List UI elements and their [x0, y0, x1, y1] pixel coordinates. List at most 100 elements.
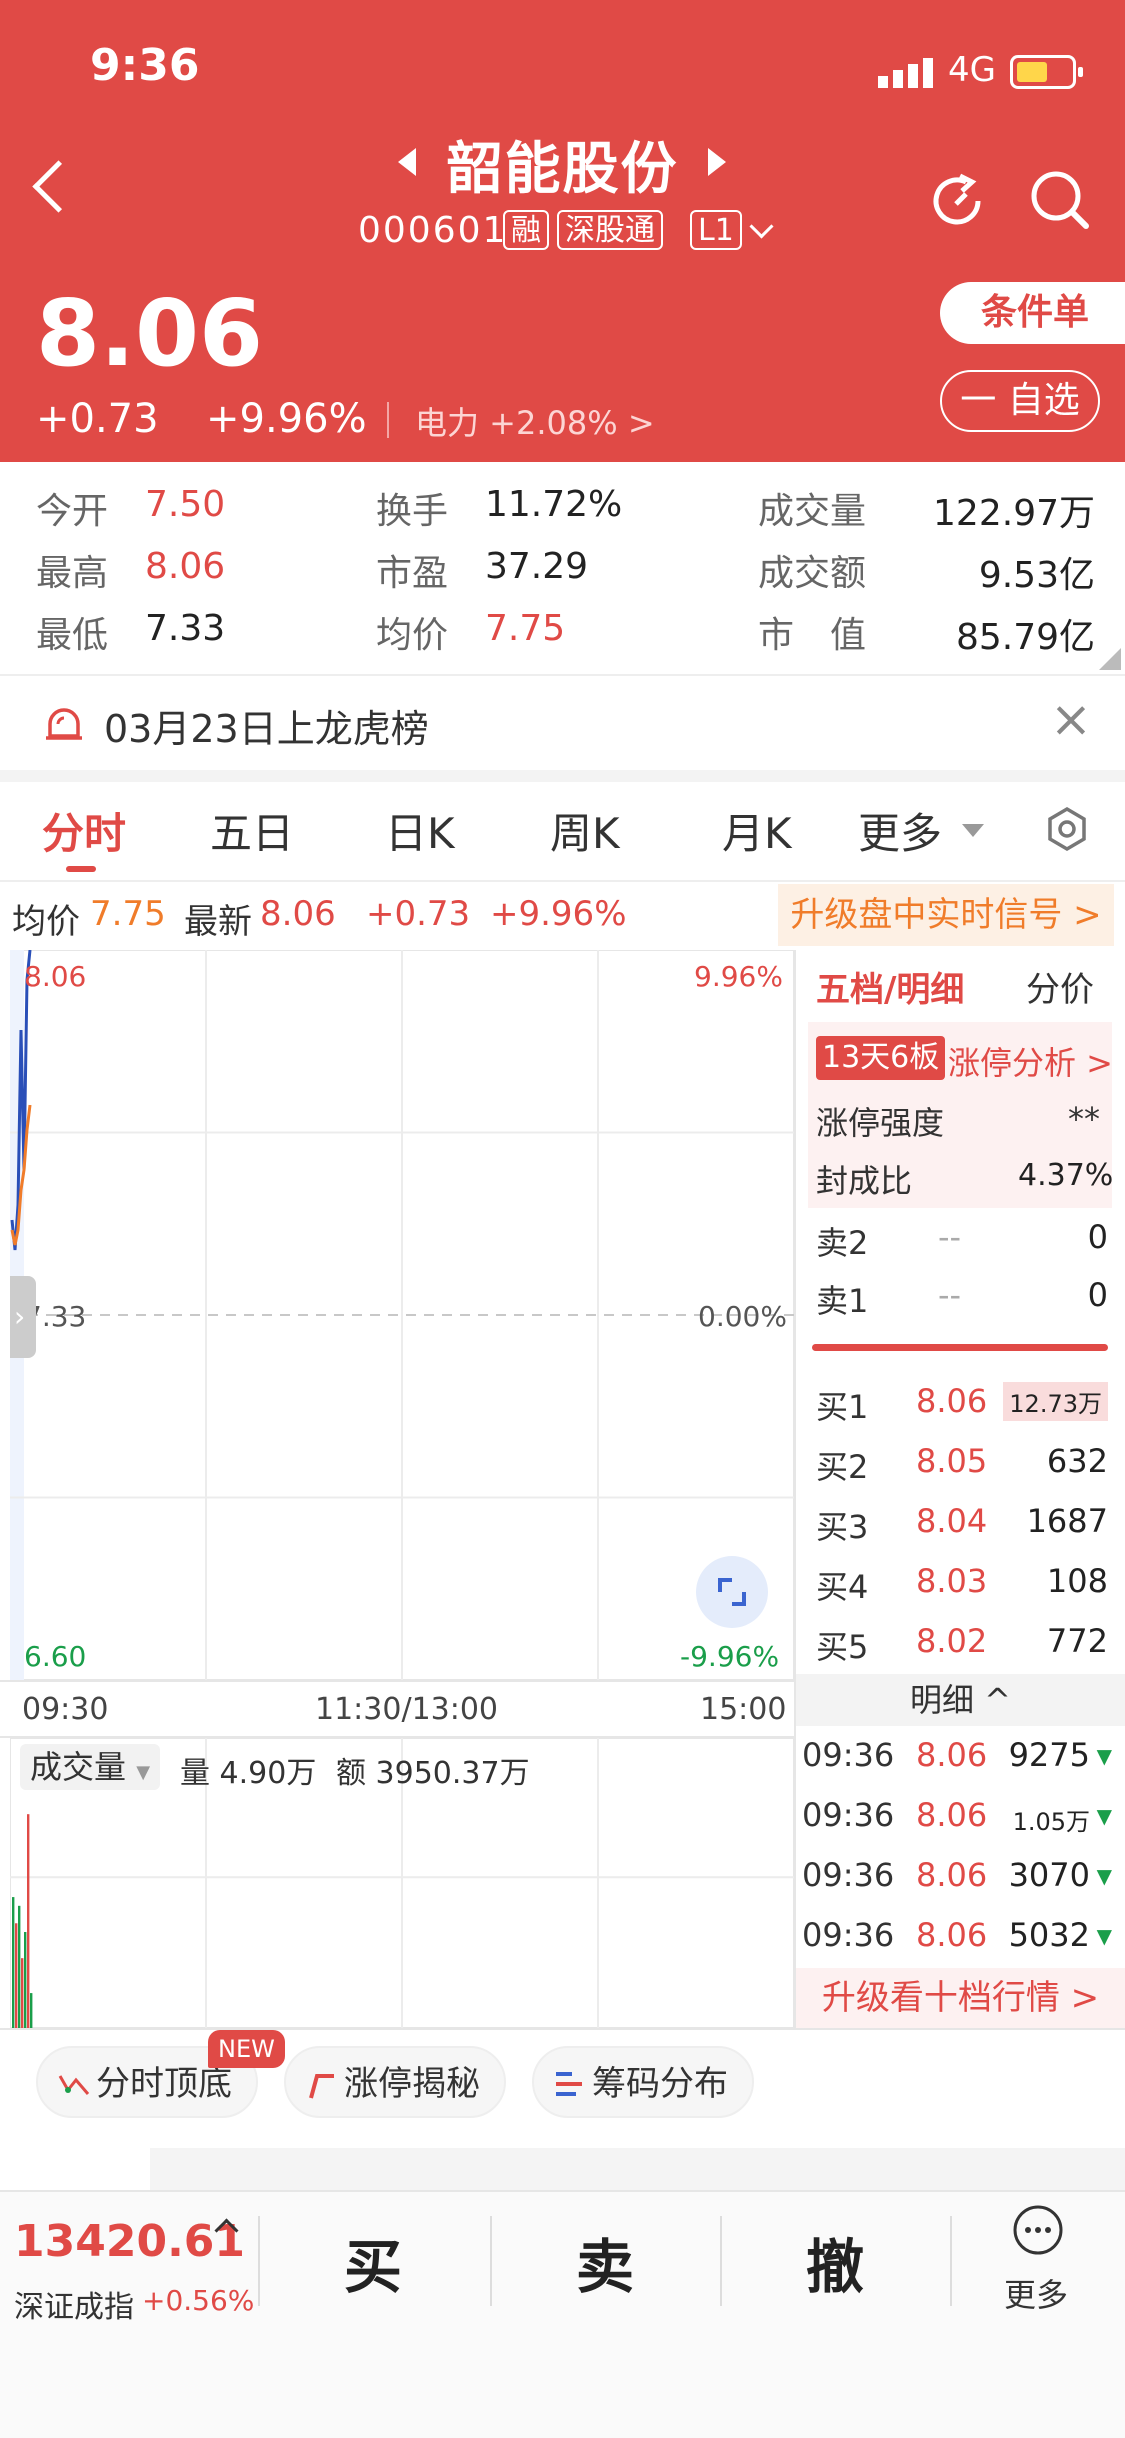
price-change: +0.73 [36, 396, 159, 442]
tab-more[interactable]: 更多 [858, 800, 942, 861]
stat-value: 7.50 [145, 484, 226, 525]
upgrade-signal-link[interactable]: 升级盘中实时信号 > [778, 884, 1114, 946]
alarm-icon [46, 708, 82, 740]
settings-icon[interactable] [1044, 806, 1090, 852]
trend-icon [58, 2075, 90, 2095]
sell-button[interactable]: 卖 [576, 2220, 634, 2304]
down-arrow-icon: ▼ [1096, 1924, 1112, 1948]
close-icon[interactable]: × [1050, 690, 1092, 748]
stat-label: 成交量 [758, 491, 867, 532]
x-label: 15:00 [700, 1692, 787, 1727]
detail-toggle[interactable]: 明细 ^ [796, 1674, 1125, 1726]
stat-value: 11.72% [485, 484, 623, 525]
ask-bid-ratio-bar [812, 1344, 1108, 1351]
limit-badge: 13天6板 [816, 1036, 946, 1080]
time-axis: 09:30 11:30/13:00 15:00 [0, 1680, 794, 1738]
next-stock-icon[interactable] [708, 148, 726, 176]
bid-row: 买5 8.02 772 [816, 1622, 1108, 1666]
stat-label: 今开 [36, 491, 109, 532]
dragon-tiger-notice[interactable]: 03月23日上龙虎榜 × [0, 674, 1125, 772]
tick-row: 09:36 8.06 5032 ▼ [802, 1916, 1112, 1954]
tab-daily-k[interactable]: 日K [385, 800, 455, 861]
bid-row: 买3 8.04 1687 [816, 1502, 1108, 1546]
y-label-bottom-right: -9.96% [680, 1640, 780, 1673]
bid-row: 买2 8.05 632 [816, 1442, 1108, 1486]
refresh-icon[interactable] [926, 170, 988, 232]
cancel-button[interactable]: 撤 [806, 2220, 864, 2304]
volume-bar [27, 1814, 30, 2028]
stat-label: 最高 [36, 553, 109, 594]
network-label: 4G [948, 50, 996, 90]
add-watchlist-button[interactable]: 一 自选 [940, 370, 1100, 432]
stat-value: 122.97万 [933, 493, 1095, 534]
buy-button[interactable]: 买 [344, 2220, 402, 2304]
tag-margin[interactable]: 融 [503, 210, 549, 250]
divider [720, 2216, 722, 2306]
down-arrow-icon: ▼ [1096, 1804, 1112, 1828]
volume-bar [24, 1932, 27, 2028]
divider [0, 880, 1125, 882]
tab-intraday[interactable]: 分时 [42, 800, 126, 861]
condition-order-button[interactable]: 条件单 [940, 282, 1125, 344]
stat-value: 7.75 [485, 608, 566, 649]
new-badge: NEW [208, 2030, 285, 2068]
tab-price-dist[interactable]: 分价 [1026, 962, 1094, 1011]
index-name: 深证成指 [14, 2290, 134, 2325]
seal-value: 4.37% [1018, 1158, 1114, 1193]
divider [950, 2216, 952, 2306]
battery-icon [1010, 55, 1083, 89]
intraday-chart[interactable] [10, 950, 794, 1680]
tab-orderbook[interactable]: 五档/明细 [816, 962, 964, 1011]
y-label-mid-right: 0.00% [698, 1300, 787, 1333]
upgrade-ten-level-link[interactable]: 升级看十档行情 > [796, 1968, 1125, 2028]
caret-down-icon: ▼ [136, 1762, 151, 1783]
tag-connect[interactable]: 深股通 [557, 210, 663, 250]
fullscreen-button[interactable] [696, 1556, 768, 1628]
x-label: 09:30 [22, 1692, 109, 1727]
fullscreen-icon [718, 1578, 746, 1606]
limit-analysis-link[interactable]: 涨停分析 > [948, 1038, 1113, 1084]
more-label[interactable]: 更多 [1004, 2270, 1068, 2316]
stat-value: 7.33 [145, 608, 226, 649]
y-label-top-right: 9.96% [694, 960, 783, 993]
ask-row: 卖2 -- 0 [816, 1218, 1108, 1262]
bid-row: 买4 8.03 108 [816, 1562, 1108, 1606]
expand-corner-icon[interactable] [1099, 648, 1121, 670]
tab-monthly-k[interactable]: 月K [722, 800, 792, 861]
y-label-bottom-left: 6.60 [24, 1640, 87, 1673]
tick-row: 09:36 8.06 3070 ▼ [802, 1856, 1112, 1894]
latest-value: 8.06 [260, 894, 336, 934]
stat-value: 8.06 [145, 546, 226, 587]
divider [490, 2216, 492, 2306]
stat-label: 换手 [376, 491, 449, 532]
chip-limit-secret[interactable]: 涨停揭秘 [284, 2046, 506, 2118]
volume-bar [18, 1905, 21, 2028]
chip-label: 分时顶底 [96, 2064, 232, 2104]
avg-value: 7.75 [90, 894, 166, 934]
index-value[interactable]: 13420.61 [14, 2216, 245, 2267]
ask-row: 卖1 -- 0 [816, 1276, 1108, 1320]
more-icon[interactable] [1012, 2204, 1064, 2256]
tab-five-day[interactable]: 五日 [210, 800, 294, 861]
chip-chip-distribution[interactable]: 筹码分布 [532, 2046, 754, 2118]
volume-bar [30, 1993, 33, 2028]
limit-up-icon [309, 2074, 334, 2099]
caret-down-icon[interactable] [962, 824, 984, 837]
seal-label: 封成比 [816, 1162, 913, 1200]
signal-icon [878, 58, 938, 88]
divider [0, 2028, 1125, 2030]
side-handle[interactable]: › [10, 1276, 36, 1358]
tab-indicator [66, 866, 96, 872]
avg-label: 均价 [12, 902, 80, 942]
notice-text: 03月23日上龙虎榜 [104, 707, 429, 751]
divider [258, 2216, 260, 2306]
sector-link[interactable]: 电力 +2.08% > [415, 398, 655, 444]
content-peek [150, 2148, 1125, 2190]
volume-indicator-select[interactable]: 成交量 ▼ [20, 1744, 161, 1790]
tab-weekly-k[interactable]: 周K [550, 800, 620, 861]
search-icon[interactable] [1028, 168, 1092, 232]
stat-label: 市盈 [376, 553, 449, 594]
tag-level[interactable]: L1 [690, 210, 742, 250]
stock-code: 000601 [358, 210, 508, 251]
stat-value: 9.53亿 [978, 555, 1095, 596]
